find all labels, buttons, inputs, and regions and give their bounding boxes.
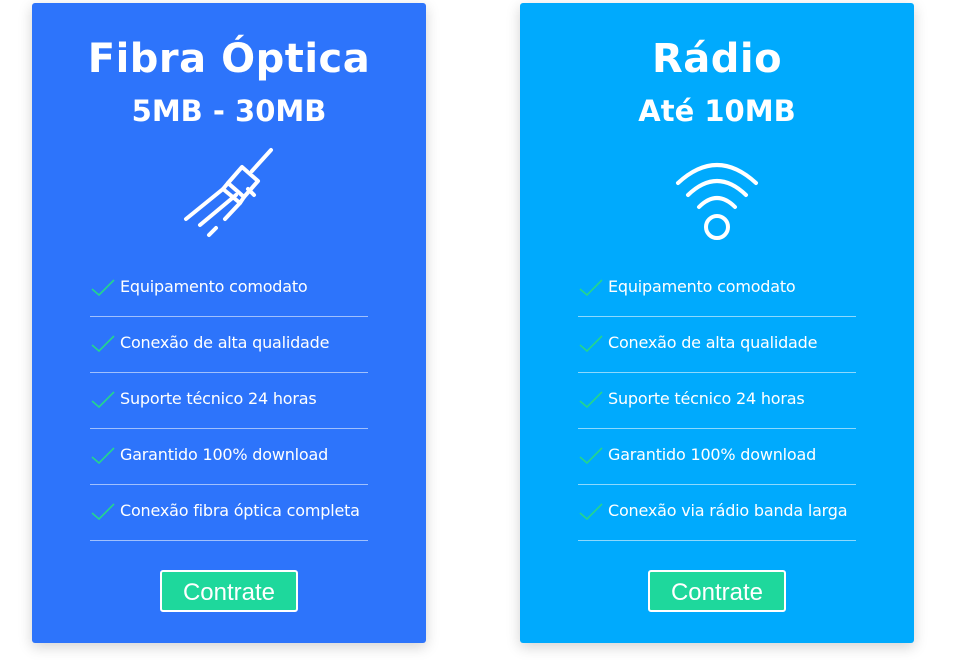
plan-speed: 5MB - 30MB xyxy=(131,94,327,128)
plan-card-radio: Rádio Até 10MB Equipamento comodato Cone… xyxy=(520,3,914,643)
plan-speed: Até 10MB xyxy=(638,94,796,128)
feature-label: Conexão via rádio banda larga xyxy=(608,501,848,520)
contract-button[interactable]: Contrate xyxy=(648,570,786,612)
feature-item: Conexão de alta qualidade xyxy=(90,317,368,373)
contract-button[interactable]: Contrate xyxy=(160,570,298,612)
feature-label: Equipamento comodato xyxy=(608,277,796,296)
fiber-cable-icon xyxy=(184,148,273,237)
feature-label: Conexão fibra óptica completa xyxy=(120,501,360,520)
feature-item: Garantido 100% download xyxy=(578,429,856,485)
feature-label: Garantido 100% download xyxy=(608,445,817,464)
feature-list: Equipamento comodato Conexão de alta qua… xyxy=(578,261,856,541)
checkmark-icon xyxy=(579,335,603,353)
checkmark-icon xyxy=(91,279,115,297)
checkmark-icon xyxy=(579,503,603,521)
feature-item: Conexão de alta qualidade xyxy=(578,317,856,373)
checkmark-icon xyxy=(91,335,115,353)
feature-item: Garantido 100% download xyxy=(90,429,368,485)
feature-item: Equipamento comodato xyxy=(578,261,856,317)
feature-item: Conexão fibra óptica completa xyxy=(90,485,368,541)
feature-label: Conexão de alta qualidade xyxy=(120,333,330,352)
plan-card-fiber: Fibra Óptica 5MB - 30MB Equipamento como… xyxy=(32,3,426,643)
checkmark-icon xyxy=(579,391,603,409)
feature-label: Suporte técnico 24 horas xyxy=(120,389,317,408)
feature-label: Suporte técnico 24 horas xyxy=(608,389,805,408)
feature-item: Conexão via rádio banda larga xyxy=(578,485,856,541)
plan-title: Rádio xyxy=(651,36,783,82)
plan-title: Fibra Óptica xyxy=(87,36,371,82)
feature-item: Suporte técnico 24 horas xyxy=(578,373,856,429)
checkmark-icon xyxy=(579,279,603,297)
feature-label: Equipamento comodato xyxy=(120,277,308,296)
checkmark-icon xyxy=(91,503,115,521)
checkmark-icon xyxy=(91,447,115,465)
feature-label: Conexão de alta qualidade xyxy=(608,333,818,352)
feature-label: Garantido 100% download xyxy=(120,445,329,464)
feature-item: Suporte técnico 24 horas xyxy=(90,373,368,429)
feature-item: Equipamento comodato xyxy=(90,261,368,317)
checkmark-icon xyxy=(91,391,115,409)
feature-list: Equipamento comodato Conexão de alta qua… xyxy=(90,261,368,541)
wifi-icon xyxy=(676,163,758,240)
checkmark-icon xyxy=(579,447,603,465)
